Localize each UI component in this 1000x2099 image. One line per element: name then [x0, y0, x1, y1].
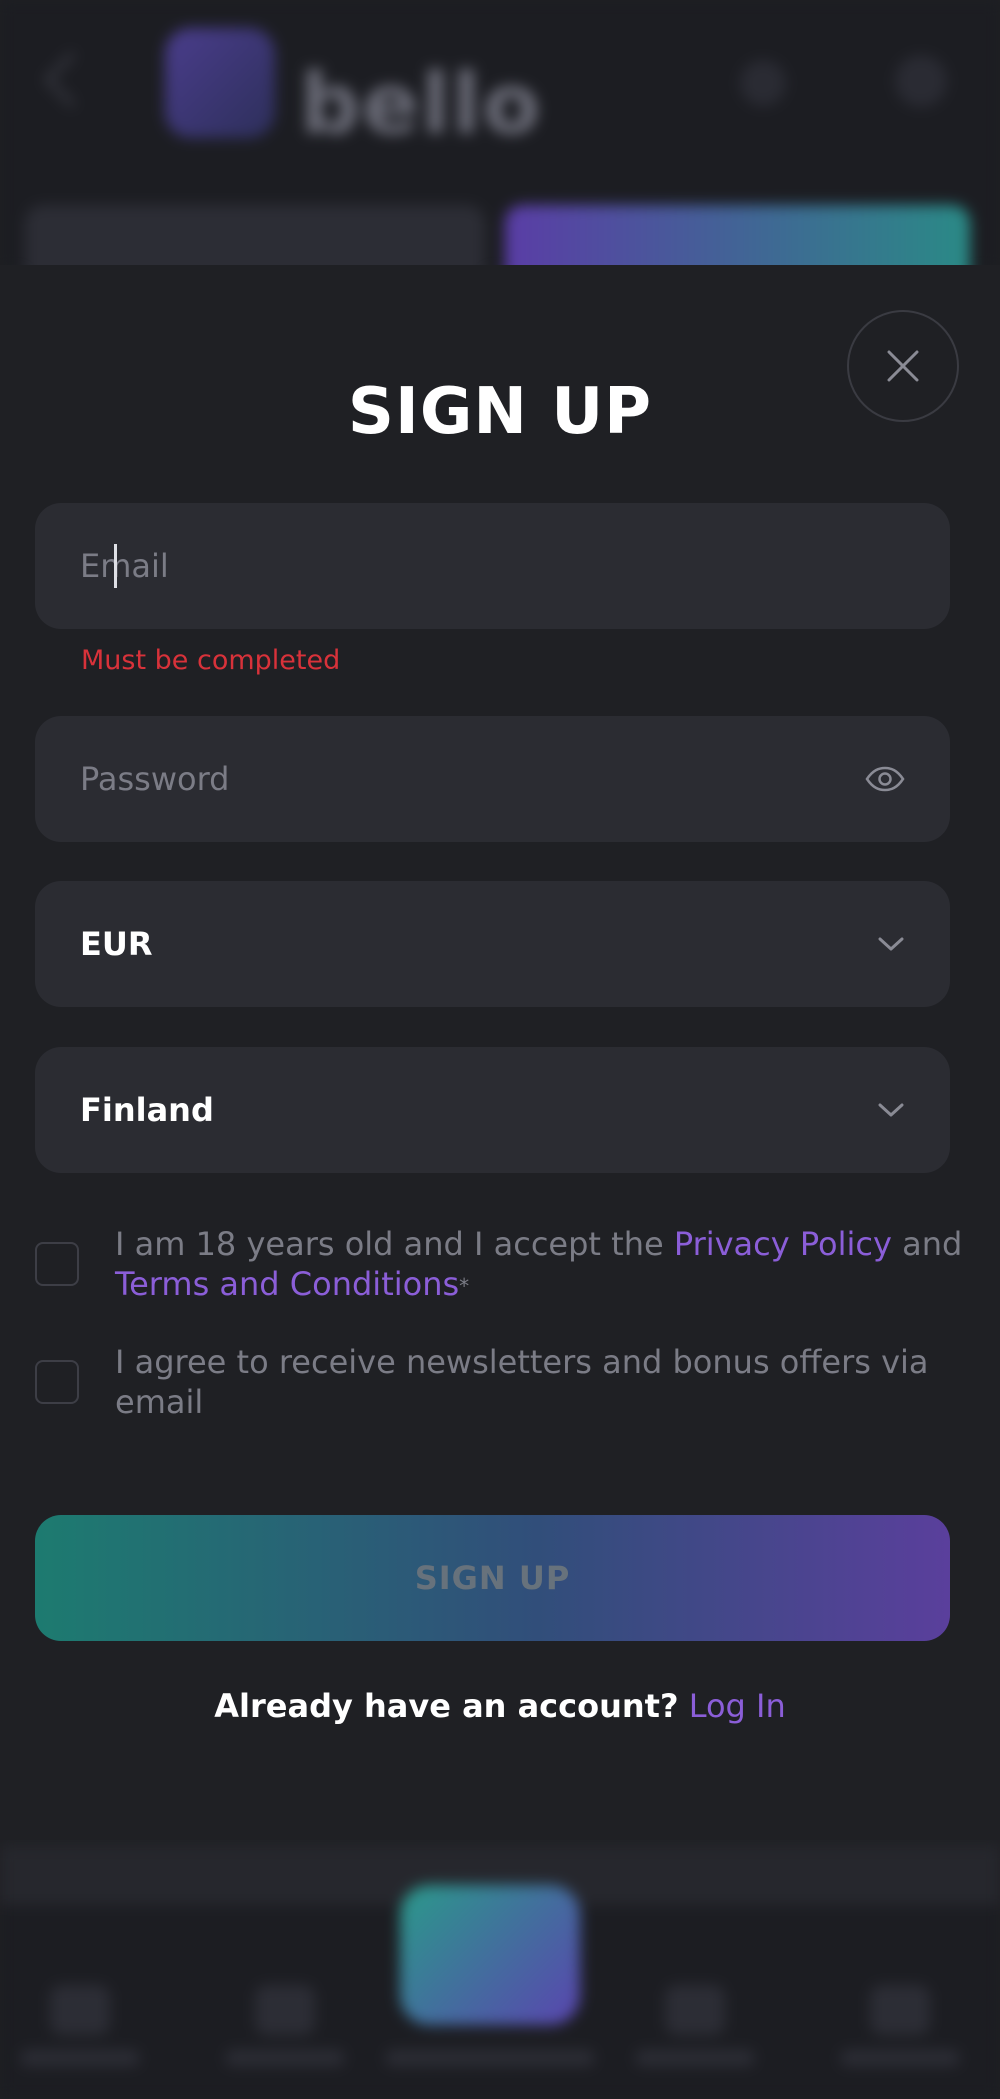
bottom-nav-label [635, 2050, 755, 2066]
password-field-container[interactable] [35, 716, 950, 842]
login-question: Already have an account? [214, 1687, 679, 1725]
chevron-down-icon [878, 937, 904, 951]
bottom-nav-icon [255, 1985, 315, 2035]
bottom-nav-label [225, 2050, 345, 2066]
currency-select[interactable]: EUR [35, 881, 950, 1007]
header-icon [740, 60, 786, 106]
eye-icon [865, 766, 905, 792]
logo-mark-icon [165, 28, 275, 138]
terms-text-before: I am 18 years old and I accept the [115, 1225, 664, 1263]
bottom-nav-center-button [400, 1885, 580, 2025]
password-field[interactable] [80, 760, 840, 798]
email-field[interactable] [80, 547, 840, 585]
newsletter-text: I agree to receive newsletters and bonus… [115, 1343, 929, 1421]
terms-text: I am 18 years old and I accept the Priva… [115, 1224, 965, 1306]
bottom-nav-label [385, 2050, 595, 2066]
privacy-policy-link[interactable]: Privacy Policy [674, 1225, 892, 1263]
bottom-nav-icon [665, 1985, 725, 2035]
page-title: SIGN UP [347, 375, 653, 449]
text-caret [114, 544, 117, 588]
country-select[interactable]: Finland [35, 1047, 950, 1173]
logo-text: bello [300, 55, 543, 153]
password-toggle-button[interactable] [865, 766, 905, 792]
bottom-nav-icon [870, 1985, 930, 2035]
email-field-container[interactable] [35, 503, 950, 629]
required-mark: * [459, 1274, 470, 1298]
bottom-nav-icon [50, 1985, 110, 2035]
bottom-nav-label [20, 2050, 140, 2066]
newsletter-checkbox[interactable] [35, 1360, 79, 1404]
terms-and-word: and [902, 1225, 963, 1263]
login-link[interactable]: Log In [689, 1687, 786, 1725]
sign-up-button-label: SIGN UP [414, 1559, 571, 1597]
login-prompt: Already have an account? Log In [0, 1687, 1000, 1725]
terms-checkbox[interactable] [35, 1242, 79, 1286]
chevron-down-icon [878, 1103, 904, 1117]
country-select-value: Finland [80, 1091, 214, 1129]
sign-up-button[interactable]: SIGN UP [35, 1515, 950, 1641]
email-error: Must be completed [81, 645, 341, 676]
terms-conditions-link[interactable]: Terms and Conditions [115, 1265, 459, 1303]
currency-select-value: EUR [80, 925, 153, 963]
header-icon [895, 55, 947, 107]
bottom-nav-label [840, 2050, 960, 2066]
